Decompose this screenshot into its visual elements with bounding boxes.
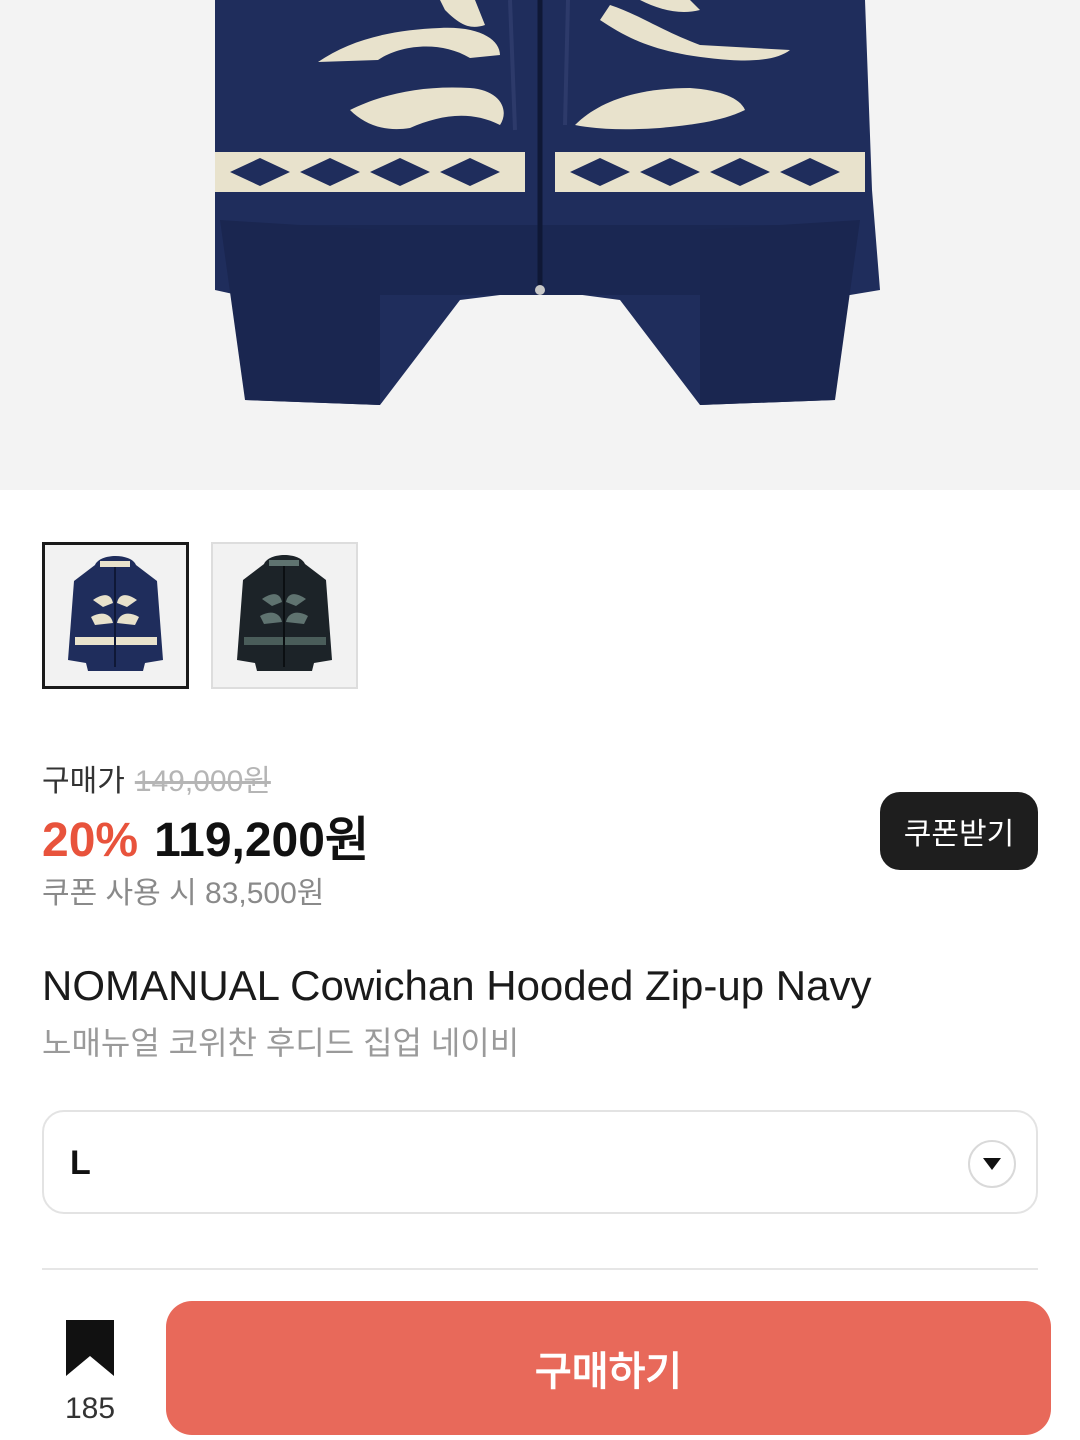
- bottom-action-bar: 185 구매하기: [0, 1280, 1080, 1440]
- cardigan-thumbnail-navy: [68, 556, 163, 671]
- product-name-en: NOMANUAL Cowichan Hooded Zip-up Navy: [42, 962, 872, 1009]
- bookmark-icon: [66, 1320, 114, 1376]
- bookmark-count: 185: [64, 1392, 116, 1425]
- size-select[interactable]: L: [42, 1110, 1038, 1214]
- cardigan-thumbnail-black: [237, 555, 332, 671]
- product-name-ko: 노매뉴얼 코위찬 후디드 집업 네이비: [42, 1025, 520, 1061]
- buy-button[interactable]: 구매하기: [166, 1301, 1051, 1435]
- cardigan-illustration: [215, 0, 880, 405]
- chevron-down-icon[interactable]: [968, 1140, 1016, 1188]
- product-main-image: [0, 0, 1080, 490]
- divider: [42, 1268, 1038, 1270]
- original-price: 149,000원: [134, 765, 271, 798]
- thumbnail-navy[interactable]: [42, 542, 189, 689]
- coupon-price: 쿠폰 사용 시 83,500원: [42, 877, 325, 910]
- size-selected-value: L: [70, 1144, 91, 1182]
- thumbnail-strip: [42, 542, 358, 689]
- bookmark-button[interactable]: 185: [40, 1316, 140, 1426]
- discount-rate: 20%: [42, 814, 139, 867]
- price-label: 구매가: [42, 765, 125, 798]
- sale-price-row: 20% 119,200원: [42, 800, 369, 870]
- sale-price: 119,200원: [154, 814, 370, 867]
- thumbnail-black[interactable]: [211, 542, 358, 689]
- price-label-row: 구매가 149,000원: [42, 756, 271, 800]
- get-coupon-button[interactable]: 쿠폰받기: [880, 792, 1038, 870]
